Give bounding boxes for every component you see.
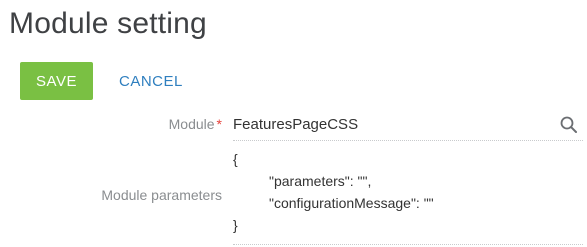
cancel-button[interactable]: CANCEL [119,62,183,100]
required-marker: * [216,116,222,132]
toolbar: SAVE CANCEL [20,62,183,100]
module-parameters-label: Module parameters [101,187,222,203]
module-field-label: Module * [169,116,222,132]
params-line-open-brace: { [233,151,238,167]
module-input[interactable] [233,116,533,133]
module-label-text: Module [168,116,215,132]
params-line-close-brace: } [233,217,238,233]
params-line-parameters: "parameters": "", [269,173,372,189]
params-line-configuration-message: "configurationMessage": "" [269,195,434,211]
module-lookup-field[interactable] [233,109,583,141]
search-icon[interactable] [559,115,579,135]
page-title: Module setting [9,7,207,40]
module-parameters-editor[interactable]: { "parameters": "", "configurationMessag… [233,148,583,245]
save-button[interactable]: SAVE [20,62,93,100]
